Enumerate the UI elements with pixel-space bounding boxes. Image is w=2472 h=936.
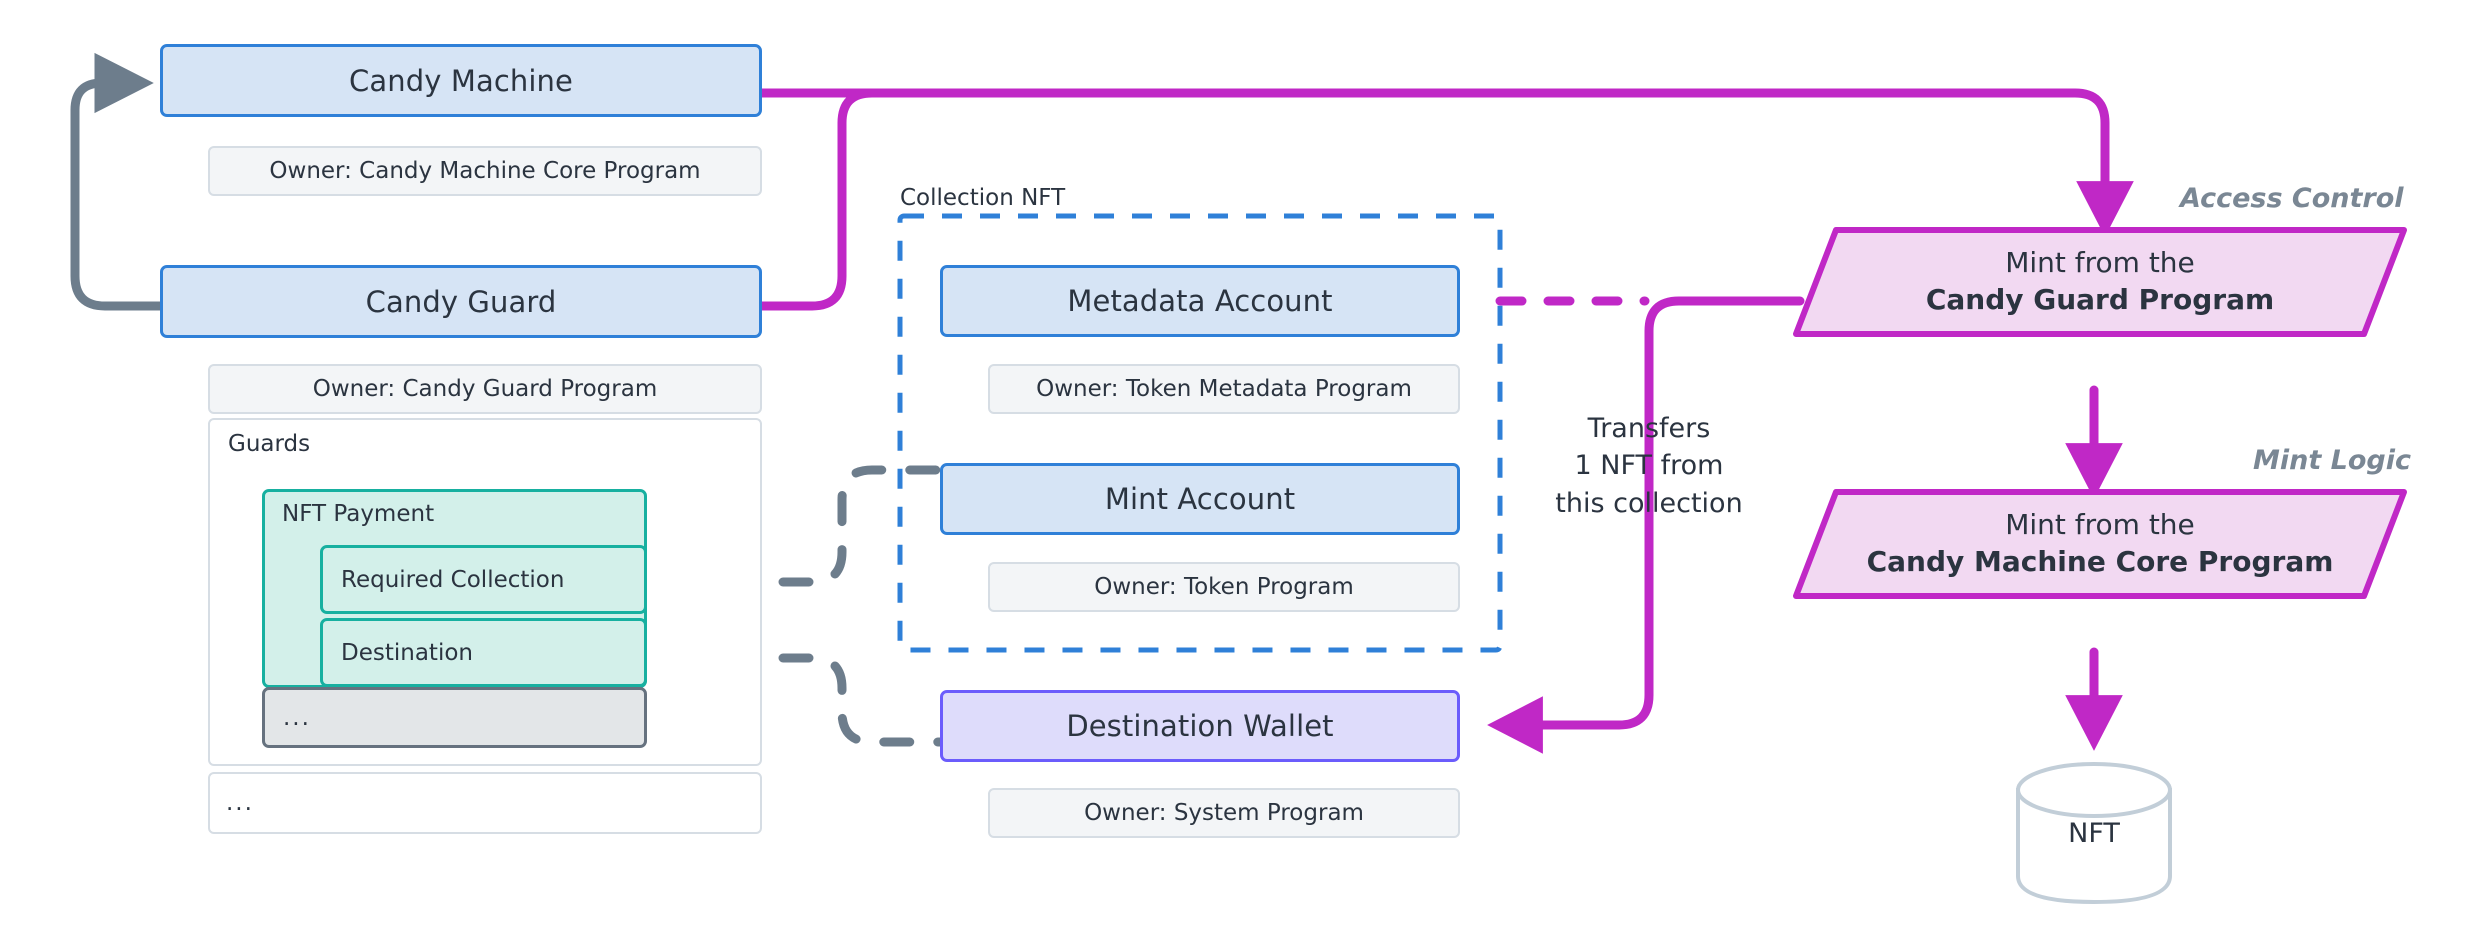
more-guards-row[interactable]: ... <box>262 687 647 748</box>
mint-account-owner-text: Owner: Token Program <box>1094 574 1354 600</box>
more-data-row: ... <box>208 772 762 834</box>
guard-field-required-collection[interactable]: Required Collection <box>320 545 647 614</box>
mint-candy-guard-program-step[interactable]: Mint from the Candy Guard Program <box>1790 224 2410 340</box>
nft-output-label: NFT <box>2068 818 2120 849</box>
candy-guard-owner-text: Owner: Candy Guard Program <box>312 376 658 402</box>
collection-nft-group-label: Collection NFT <box>900 185 1066 211</box>
guard-field-destination[interactable]: Destination <box>320 618 647 687</box>
mint-account-box[interactable]: Mint Account <box>940 463 1460 535</box>
required-collection-label: Required Collection <box>341 566 565 593</box>
step1-line1: Mint from the <box>2005 246 2195 280</box>
mint-logic-note: Mint Logic <box>2253 445 2411 476</box>
more-data-label: ... <box>226 790 254 816</box>
candy-machine-box[interactable]: Candy Machine <box>160 44 762 117</box>
nft-payment-label: NFT Payment <box>282 501 435 527</box>
candy-guard-box[interactable]: Candy Guard <box>160 265 762 338</box>
diagram-canvas: Candy Machine Owner: Candy Machine Core … <box>0 0 2472 936</box>
destination-label: Destination <box>341 639 473 666</box>
mint-candy-machine-core-program-step[interactable]: Mint from the Candy Machine Core Program <box>1790 486 2410 602</box>
guards-label: Guards <box>228 431 311 457</box>
mint-account-owner-box: Owner: Token Program <box>988 562 1460 612</box>
candy-guard-owner-box: Owner: Candy Guard Program <box>208 364 762 414</box>
more-guards-label: ... <box>283 704 311 731</box>
wire-guard-to-machine <box>70 52 165 311</box>
step2-line1: Mint from the <box>2005 508 2195 542</box>
metadata-account-box[interactable]: Metadata Account <box>940 265 1460 337</box>
access-control-note: Access Control <box>2180 183 2404 214</box>
metadata-account-title: Metadata Account <box>1067 284 1333 318</box>
metadata-account-owner-text: Owner: Token Metadata Program <box>1036 376 1412 402</box>
destination-wallet-title: Destination Wallet <box>1066 709 1334 743</box>
destination-wallet-box[interactable]: Destination Wallet <box>940 690 1460 762</box>
destination-wallet-owner-box: Owner: System Program <box>988 788 1460 838</box>
transfer-note: Transfers 1 NFT from this collection <box>1555 413 1743 519</box>
step1-line2: Candy Guard Program <box>1925 283 2275 316</box>
mint-account-title: Mint Account <box>1104 482 1296 516</box>
wire-candyguard-to-topline <box>757 88 905 311</box>
candy-machine-title: Candy Machine <box>349 63 573 98</box>
step2-line2: Candy Machine Core Program <box>1866 545 2334 578</box>
metadata-account-owner-box: Owner: Token Metadata Program <box>988 364 1460 414</box>
destination-wallet-owner-text: Owner: System Program <box>1084 800 1364 826</box>
candy-guard-title: Candy Guard <box>365 284 557 319</box>
candy-machine-owner-box: Owner: Candy Machine Core Program <box>208 146 762 196</box>
candy-machine-owner-text: Owner: Candy Machine Core Program <box>269 158 701 184</box>
